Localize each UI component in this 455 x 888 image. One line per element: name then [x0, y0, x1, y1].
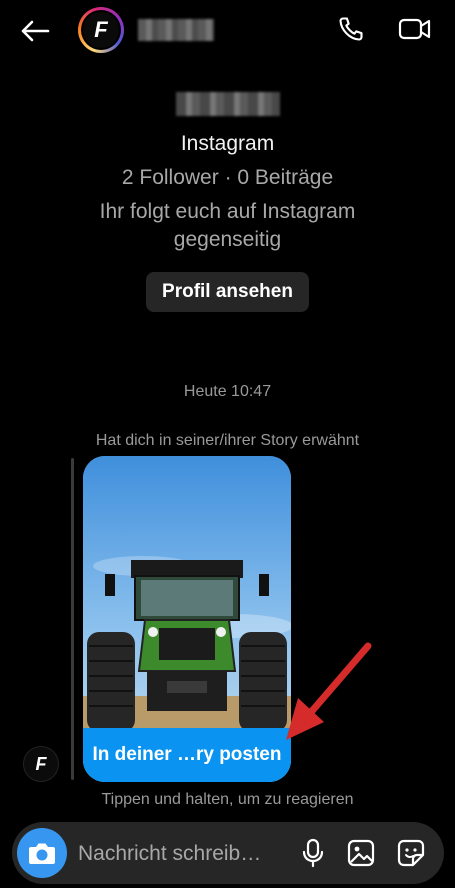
contact-name-redacted[interactable]	[138, 19, 214, 41]
sticker-icon	[397, 839, 425, 867]
post-to-story-button[interactable]: In deiner …ry posten	[83, 728, 291, 782]
message-composer	[12, 822, 444, 884]
voice-message-button[interactable]	[296, 836, 330, 870]
video-call-button[interactable]	[396, 12, 434, 46]
annotation-arrow-icon	[286, 642, 372, 740]
chat-screen: F Instagram 2 Follower · 0 Beiträge Ihr …	[0, 0, 455, 888]
reply-line	[71, 458, 74, 780]
story-mention-card[interactable]: In deiner …ry posten	[83, 456, 291, 782]
arrow-left-icon	[21, 20, 50, 42]
message-timestamp: Heute 10:47	[183, 383, 272, 400]
react-hint: Tippen und halten, um zu reagieren	[101, 791, 354, 808]
view-profile-button[interactable]: Profil ansehen	[146, 272, 309, 312]
story-mention-label: Hat dich in seiner/ihrer Story erwähnt	[95, 432, 360, 449]
platform-label: Instagram	[180, 132, 275, 155]
avatar-letter: F	[94, 17, 108, 42]
gallery-button[interactable]	[344, 836, 378, 870]
image-icon	[347, 839, 375, 867]
camera-icon	[29, 843, 55, 864]
back-button[interactable]	[18, 14, 52, 48]
chat-header: F	[0, 0, 455, 62]
microphone-icon	[302, 838, 324, 868]
phone-icon	[339, 17, 363, 41]
message-input[interactable]	[76, 837, 294, 871]
avatar[interactable]: F	[78, 7, 124, 53]
mutual-follow-text: Ihr folgt euch auf Instagram gegenseitig	[99, 200, 356, 251]
profile-summary: Instagram 2 Follower · 0 Beiträge Ihr fo…	[0, 92, 455, 312]
profile-stats: 2 Follower · 0 Beiträge	[121, 166, 334, 189]
voice-call-button[interactable]	[334, 12, 368, 46]
username-redacted	[175, 92, 280, 116]
sender-avatar[interactable]: F	[23, 746, 59, 782]
sticker-button[interactable]	[394, 836, 428, 870]
video-camera-icon	[398, 18, 431, 40]
camera-button[interactable]	[17, 828, 67, 878]
